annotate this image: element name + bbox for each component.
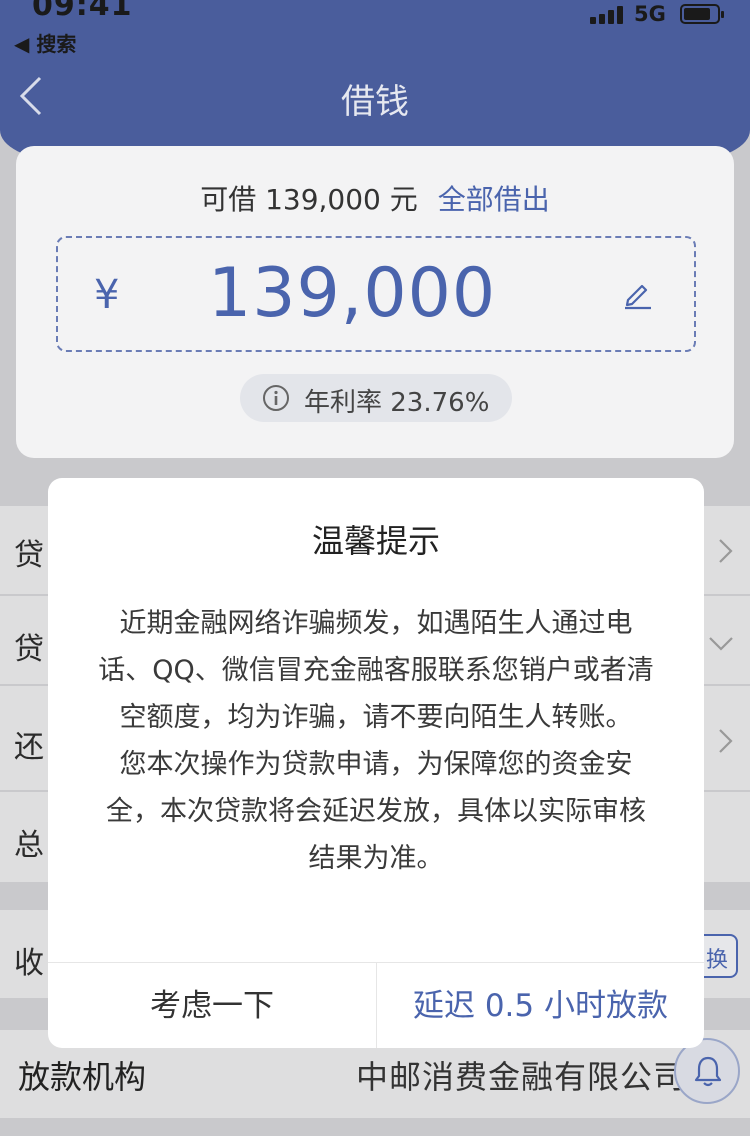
- row-label: 贷: [14, 538, 44, 573]
- dialog-line: 近期金融网络诈骗频发，如遇陌生人通过电: [119, 608, 633, 639]
- back-to-app-link[interactable]: ◀ 搜索: [14, 28, 76, 57]
- edit-pencil-icon[interactable]: [622, 278, 654, 310]
- change-account-label: 换: [705, 948, 728, 973]
- dialog-message: 近期金融网络诈骗频发，如遇陌生人通过电 话、QQ、微信冒充金融客服联系您销户或者…: [88, 600, 664, 882]
- amount-value: 139,000: [208, 254, 497, 333]
- currency-symbol: ¥: [94, 272, 120, 318]
- borrow-all-link[interactable]: 全部借出: [438, 183, 550, 216]
- battery-icon: [680, 4, 724, 24]
- row-label: 贷: [14, 632, 44, 667]
- signal-icon: [590, 6, 626, 24]
- chevron-down-icon: [706, 632, 736, 654]
- loan-amount-card: 可借 139,000 元全部借出 ¥ 139,000 年利率 23.76%: [16, 146, 734, 458]
- row-label: 收: [14, 946, 44, 981]
- status-bar: 09:41 ◀ 搜索 5G: [0, 0, 750, 56]
- row-label: 还: [14, 730, 44, 765]
- dialog-button-bar: 考虑一下 延迟 0.5 小时放款: [48, 962, 704, 1048]
- available-amount-line: 可借 139,000 元全部借出: [16, 178, 734, 218]
- dialog-title: 温馨提示: [311, 522, 440, 560]
- delay-disbursement-button[interactable]: 延迟 0.5 小时放款: [376, 963, 704, 1048]
- page-title: 借钱: [341, 82, 409, 122]
- lender-label: 放款机构: [18, 1058, 147, 1096]
- bell-icon: [694, 1056, 722, 1087]
- consider-button[interactable]: 考虑一下: [48, 963, 376, 1048]
- dialog-line: 全，本次贷款将会延迟发放，具体以实际审核: [106, 796, 646, 827]
- status-time: 09:41: [32, 0, 133, 23]
- lender-value: 中邮消费金融有限公司: [356, 1058, 687, 1096]
- row-label: 总: [14, 828, 44, 863]
- dialog-line: 空额度，均为诈骗，请不要向陌生人转账。: [119, 702, 633, 733]
- dialog-line: 结果为准。: [308, 843, 444, 874]
- network-label: 5G: [634, 2, 666, 26]
- available-amount-label: 可借 139,000 元: [200, 183, 418, 216]
- info-icon: [262, 384, 290, 412]
- interest-rate-badge[interactable]: 年利率 23.76%: [240, 374, 512, 422]
- dialog-line: 话、QQ、微信冒充金融客服联系您销户或者清: [98, 655, 654, 686]
- amount-input[interactable]: ¥ 139,000: [56, 236, 696, 352]
- warm-tip-dialog: 温馨提示 近期金融网络诈骗频发，如遇陌生人通过电 话、QQ、微信冒充金融客服联系…: [48, 478, 704, 1048]
- interest-rate-text: 年利率 23.76%: [304, 388, 490, 418]
- chevron-right-icon: [714, 726, 736, 756]
- dialog-line: 您本次操作为贷款申请，为保障您的资金安: [119, 749, 633, 780]
- chevron-right-icon: [714, 536, 736, 566]
